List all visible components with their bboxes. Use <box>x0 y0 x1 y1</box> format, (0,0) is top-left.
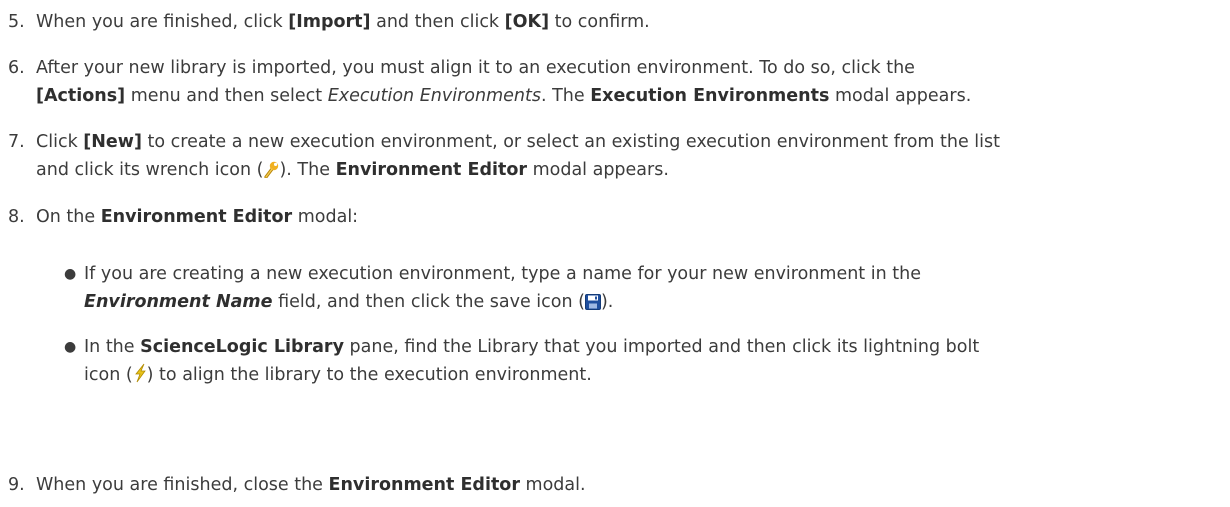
lightning-bolt-icon <box>133 363 147 392</box>
save-icon <box>584 291 601 319</box>
modal-name-ref: Environment Editor <box>335 160 528 180</box>
bullet-dot: ● <box>64 339 77 355</box>
text: If you are creating a new execution envi… <box>84 264 921 284</box>
step-text: When you are finished, close the Environ… <box>36 471 1226 499</box>
new-button-ref: [New] <box>83 132 142 152</box>
text: modal: <box>292 207 359 227</box>
text: Click <box>36 132 84 152</box>
field-name-ref: Environment Name <box>84 292 273 312</box>
ok-button-ref: [OK] <box>504 12 550 32</box>
text: ). <box>600 292 614 312</box>
bullet-text: In the ScienceLogic Library pane, find t… <box>84 333 1224 392</box>
text: After your new library is imported, you … <box>36 58 915 78</box>
text: and then click <box>370 12 505 32</box>
import-button-ref: [Import] <box>288 12 371 32</box>
text: to create a new execution environment, o… <box>141 132 1001 152</box>
step-text: After your new library is imported, you … <box>36 54 1226 110</box>
text: modal appears. <box>527 160 669 180</box>
text: On the <box>36 207 101 227</box>
text: and click its wrench icon ( <box>36 160 264 180</box>
text: ). The <box>279 160 336 180</box>
text: field, and then click the save icon ( <box>272 292 585 312</box>
bullet-text: If you are creating a new execution envi… <box>84 260 1224 319</box>
text: When you are finished, click <box>36 12 289 32</box>
menu-item-ref: Execution Environments <box>327 86 541 106</box>
text: modal. <box>519 475 586 495</box>
pane-name-ref: ScienceLogic Library <box>140 337 344 357</box>
text: ) to align the library to the execution … <box>146 365 592 385</box>
bullet-dot: ● <box>64 266 77 282</box>
step-text: On the Environment Editor modal: <box>36 203 1226 231</box>
text: modal appears. <box>829 86 972 106</box>
step-text: Click [New] to create a new execution en… <box>36 128 1226 187</box>
wrench-icon <box>263 159 279 187</box>
document-page: 5. When you are finished, click [Import]… <box>0 0 1230 507</box>
modal-name-ref: Execution Environments <box>590 86 830 106</box>
actions-menu-ref: [Actions] <box>36 86 126 106</box>
text: menu and then select <box>125 86 328 106</box>
modal-name-ref: Environment Editor <box>100 207 293 227</box>
text: . The <box>540 86 591 106</box>
text: icon ( <box>84 365 133 385</box>
text: In the <box>84 337 141 357</box>
text: When you are finished, close the <box>36 475 329 495</box>
step-text: When you are finished, click [Import] an… <box>36 8 1226 36</box>
text: pane, find the Library that you imported… <box>343 337 980 357</box>
modal-name-ref: Environment Editor <box>328 475 520 495</box>
text: to confirm. <box>549 12 650 32</box>
